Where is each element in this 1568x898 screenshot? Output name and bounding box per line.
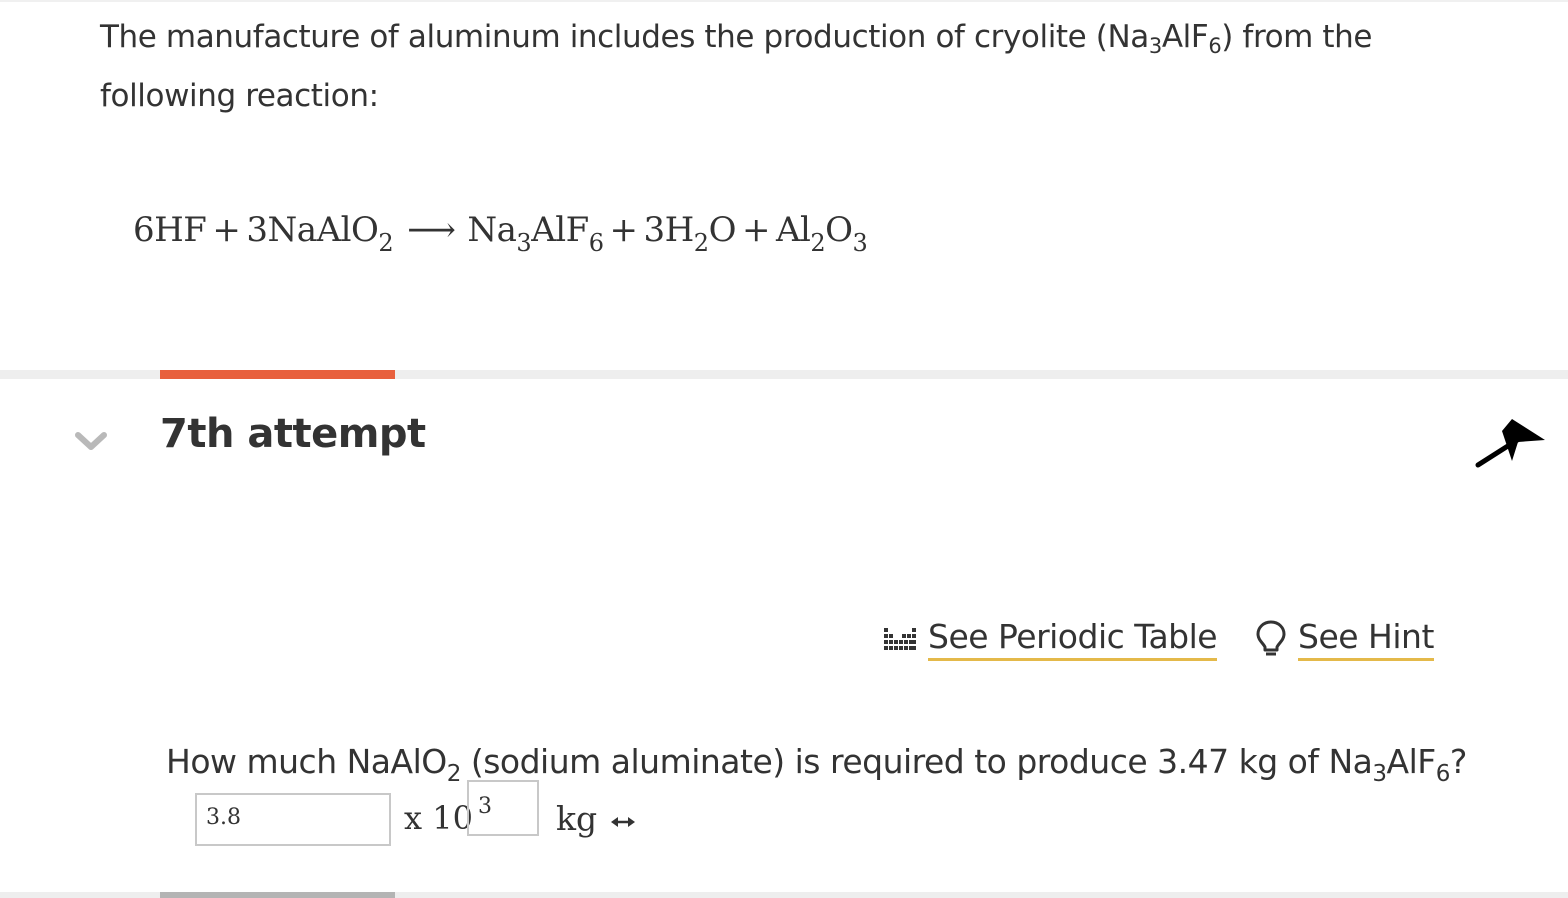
attempt-title: 7th attempt xyxy=(160,411,426,457)
times-ten-label: x 10 xyxy=(404,799,473,837)
top-divider xyxy=(0,0,1568,2)
question-text: How much NaAlO2 (sodium aluminate) is re… xyxy=(166,742,1467,787)
reactant-hf: 6HF xyxy=(133,210,207,250)
reactant-naalo2: 3NaAlO2 xyxy=(246,210,394,257)
attempt-tab-indicator xyxy=(160,370,395,379)
lightbulb-icon xyxy=(1256,620,1286,656)
see-periodic-table-label: See Periodic Table xyxy=(928,617,1218,661)
bottom-tab-indicator xyxy=(160,892,395,898)
mouse-cursor-icon xyxy=(1475,419,1545,468)
unit-label: kg xyxy=(556,799,598,838)
reaction-arrow: ⟶ xyxy=(407,210,456,250)
see-hint-link[interactable]: See Hint xyxy=(1254,612,1434,666)
product-cryolite: Na3AlF6 xyxy=(467,210,604,257)
periodic-table-icon xyxy=(884,628,916,650)
see-periodic-table-link[interactable]: See Periodic Table xyxy=(882,612,1218,666)
problem-intro: The manufacture of aluminum includes the… xyxy=(100,19,1373,114)
answer-row: 3.8 x 10 3 kg xyxy=(195,780,655,852)
product-water: 3H2O xyxy=(643,210,737,257)
reaction-equation: 6HF +3NaAlO2 ⟶ Na3AlF6 +3H2O + Al2O3 xyxy=(133,210,868,257)
exponent-input[interactable]: 3 xyxy=(467,780,539,836)
product-alumina: Al2O3 xyxy=(775,210,868,257)
coefficient-input[interactable]: 3.8 xyxy=(195,793,391,846)
unit-switch-icon[interactable] xyxy=(611,816,635,828)
see-hint-label: See Hint xyxy=(1298,617,1434,661)
chevron-down-icon[interactable] xyxy=(74,430,108,452)
